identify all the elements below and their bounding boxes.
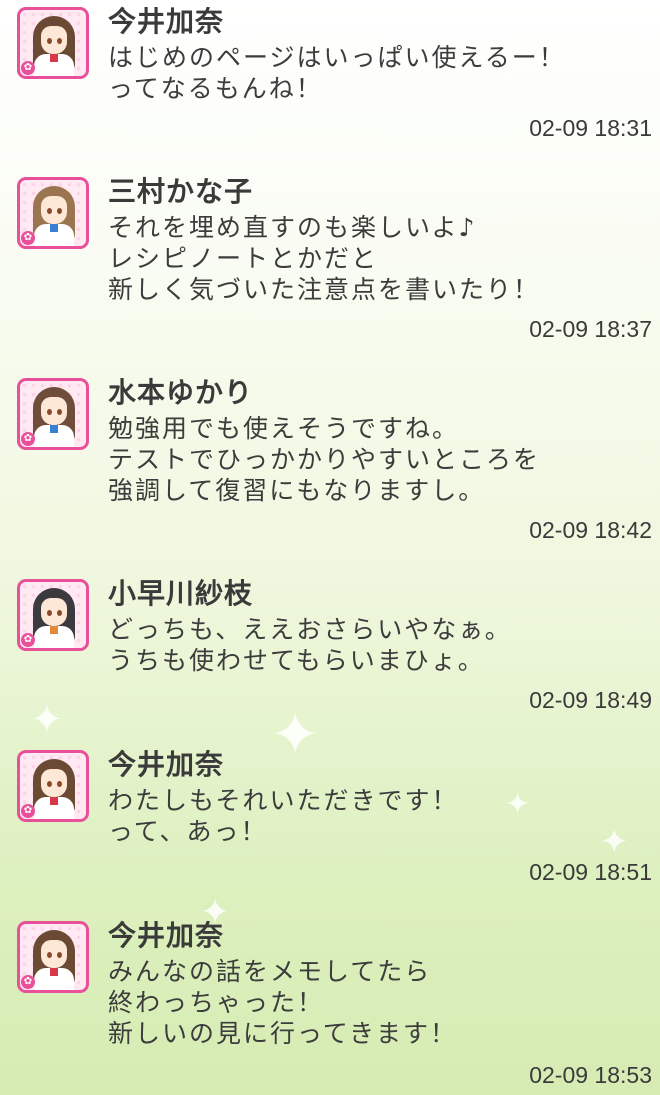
avatar-eye bbox=[57, 208, 62, 214]
message-line: テストでひっかかりやすいところを bbox=[108, 445, 541, 474]
sender-name: 小早川紗枝 bbox=[108, 577, 254, 610]
message-line: って、あっ！ bbox=[108, 817, 268, 846]
avatar-eye bbox=[47, 781, 52, 787]
timestamp: 02-09 18:42 bbox=[529, 517, 652, 543]
message-item[interactable]: ✿ 今井加奈 わたしもそれいただきです！ って、あっ！ 02-09 18:51 bbox=[0, 743, 660, 913]
avatar[interactable]: ✿ bbox=[17, 378, 89, 450]
message-line: はじめのページはいっぱい使えるー！ bbox=[108, 43, 566, 72]
sender-name: 三村かな子 bbox=[108, 175, 254, 208]
avatar-eye bbox=[47, 38, 52, 44]
avatar[interactable]: ✿ bbox=[17, 750, 89, 822]
avatar-ribbon bbox=[50, 797, 58, 805]
flower-badge-icon: ✿ bbox=[21, 975, 35, 989]
avatar-face bbox=[41, 598, 67, 626]
timestamp: 02-09 18:31 bbox=[529, 115, 652, 141]
avatar-eye bbox=[57, 952, 62, 958]
avatar[interactable]: ✿ bbox=[17, 921, 89, 993]
message-item[interactable]: ✿ 三村かな子 それを埋め直すのも楽しいよ♪ レシピノートとかだと 新しく気づい… bbox=[0, 170, 660, 342]
timestamp: 02-09 18:37 bbox=[529, 316, 652, 342]
avatar-eye bbox=[57, 38, 62, 44]
avatar-face bbox=[41, 196, 67, 224]
message-text: それを埋め直すのも楽しいよ♪ レシピノートとかだと 新しく気づいた注意点を書いた… bbox=[108, 212, 540, 305]
avatar-eye bbox=[57, 781, 62, 787]
avatar-eye bbox=[47, 208, 52, 214]
timestamp: 02-09 18:51 bbox=[529, 859, 652, 885]
avatar-eye bbox=[57, 610, 62, 616]
message-line: 新しく気づいた注意点を書いたり！ bbox=[108, 275, 541, 304]
avatar-face bbox=[41, 26, 67, 54]
timestamp: 02-09 18:49 bbox=[529, 687, 652, 713]
message-line: どっちも、ええおさらいやなぁ。 bbox=[108, 615, 512, 644]
message-item[interactable]: ✿ 小早川紗枝 どっちも、ええおさらいやなぁ。 うちも使わせてもらいまひょ。 0… bbox=[0, 572, 660, 742]
message-text: はじめのページはいっぱい使えるー！ ってなるもんね！ bbox=[108, 42, 566, 104]
message-line: それを埋め直すのも楽しいよ♪ bbox=[108, 213, 477, 242]
message-item[interactable]: ✿ 今井加奈 はじめのページはいっぱい使えるー！ ってなるもんね！ 02-09 … bbox=[0, 0, 660, 170]
avatar-ribbon bbox=[50, 425, 58, 433]
flower-badge-icon: ✿ bbox=[21, 231, 35, 245]
avatar-face bbox=[41, 940, 67, 968]
sender-name: 今井加奈 bbox=[108, 919, 225, 952]
message-line: 勉強用でも使えそうですね。 bbox=[108, 414, 460, 443]
avatar-eye bbox=[47, 610, 52, 616]
sender-name: 今井加奈 bbox=[108, 5, 225, 38]
avatar[interactable]: ✿ bbox=[17, 177, 89, 249]
avatar-eye bbox=[47, 409, 52, 415]
flower-badge-icon: ✿ bbox=[21, 633, 35, 647]
flower-badge-icon: ✿ bbox=[21, 804, 35, 818]
avatar[interactable]: ✿ bbox=[17, 7, 89, 79]
message-text: わたしもそれいただきです！ って、あっ！ bbox=[108, 785, 459, 847]
avatar-face bbox=[41, 397, 67, 425]
sender-name: 水本ゆかり bbox=[108, 376, 254, 409]
message-line: うちも使わせてもらいまひょ。 bbox=[108, 646, 485, 675]
message-line: 新しいの見に行ってきます！ bbox=[108, 1019, 458, 1048]
message-text: 勉強用でも使えそうですね。 テストでひっかかりやすいところを 強調して復習にもな… bbox=[108, 413, 540, 506]
avatar-eye bbox=[57, 409, 62, 415]
message-text: みんなの話をメモしてたら 終わっちゃった！ 新しいの見に行ってきます！ bbox=[108, 956, 457, 1049]
avatar-ribbon bbox=[50, 54, 58, 62]
flower-badge-icon: ✿ bbox=[21, 432, 35, 446]
timestamp: 02-09 18:53 bbox=[529, 1062, 652, 1088]
message-text: どっちも、ええおさらいやなぁ。 うちも使わせてもらいまひょ。 bbox=[108, 614, 512, 676]
message-item[interactable]: ✿ 水本ゆかり 勉強用でも使えそうですね。 テストでひっかかりやすいところを 強… bbox=[0, 371, 660, 543]
avatar-ribbon bbox=[50, 224, 58, 232]
message-line: レシピノートとかだと bbox=[108, 244, 379, 273]
avatar[interactable]: ✿ bbox=[17, 579, 89, 651]
flower-badge-icon: ✿ bbox=[21, 61, 35, 75]
avatar-ribbon bbox=[50, 626, 58, 634]
avatar-ribbon bbox=[50, 968, 58, 976]
message-line: 強調して復習にもなりますし。 bbox=[108, 476, 486, 505]
avatar-face bbox=[41, 769, 67, 797]
message-line: みんなの話をメモしてたら bbox=[108, 957, 432, 986]
sender-name: 今井加奈 bbox=[108, 748, 225, 781]
message-line: 終わっちゃった！ bbox=[108, 988, 325, 1017]
message-line: わたしもそれいただきです！ bbox=[108, 786, 459, 815]
message-line: ってなるもんね！ bbox=[108, 74, 323, 103]
message-item[interactable]: ✿ 今井加奈 みんなの話をメモしてたら 終わっちゃった！ 新しいの見に行ってきま… bbox=[0, 914, 660, 1088]
avatar-eye bbox=[47, 952, 52, 958]
